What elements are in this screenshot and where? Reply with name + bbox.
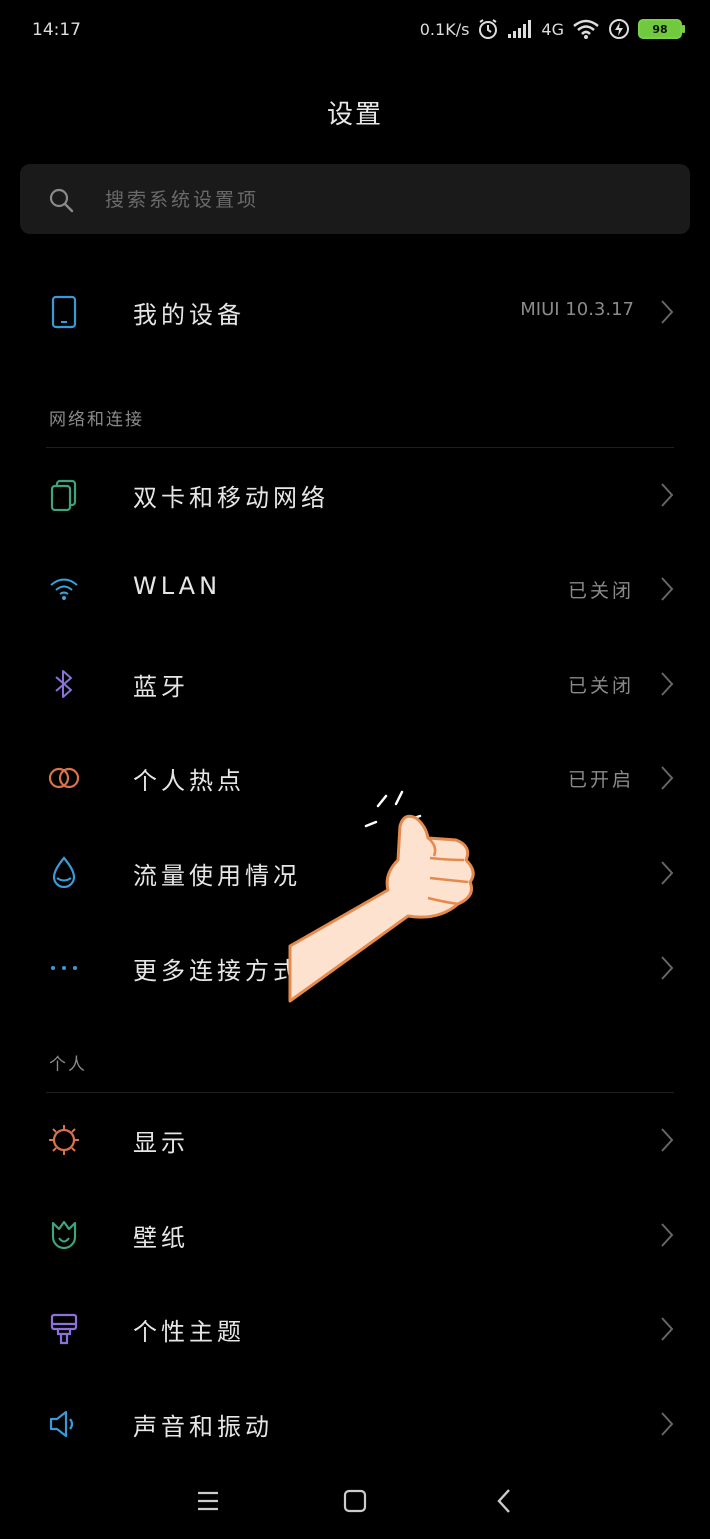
chevron-right-icon <box>660 1316 674 1346</box>
chevron-right-icon <box>660 1127 674 1157</box>
sound-label: 声音和振动 <box>133 1413 273 1441</box>
wifi-icon <box>46 571 82 607</box>
phone-icon <box>46 294 82 330</box>
alarm-icon <box>477 18 499 40</box>
chevron-right-icon <box>660 482 674 512</box>
status-time: 14:17 <box>32 20 81 40</box>
data-usage-icon <box>46 855 82 891</box>
bluetooth-icon <box>46 666 82 702</box>
hotspot-label: 个人热点 <box>133 767 245 795</box>
display-icon <box>46 1122 82 1158</box>
signal-icon <box>507 20 533 38</box>
sidebar-item-display[interactable]: 显示 <box>0 1093 710 1187</box>
search-icon <box>48 187 74 217</box>
chevron-right-icon <box>660 576 674 606</box>
search-bar[interactable] <box>20 164 690 234</box>
page-title: 设置 <box>326 100 383 130</box>
display-label: 显示 <box>133 1129 189 1157</box>
home-icon[interactable] <box>335 1481 375 1521</box>
status-icons: 0.1K/s 4G 98 <box>419 18 685 40</box>
sidebar-item-themes[interactable]: 个性主题 <box>0 1282 710 1376</box>
section-header-network: 网络和连接 <box>49 410 144 430</box>
wifi-status-icon <box>572 19 600 39</box>
sound-icon <box>46 1406 82 1442</box>
wlan-status: 已关闭 <box>567 580 634 602</box>
theme-icon <box>46 1311 82 1347</box>
net-speed: 0.1K/s <box>419 19 470 39</box>
sim-card-icon <box>46 477 82 513</box>
status-bar: 14:17 0.1K/s 4G 98 <box>0 0 710 62</box>
chevron-right-icon <box>660 860 674 890</box>
sidebar-item-wallpaper[interactable]: 壁纸 <box>0 1188 710 1282</box>
navigation-bar <box>0 1455 710 1539</box>
section-header-personal: 个人 <box>49 1055 87 1075</box>
wallpaper-label: 壁纸 <box>133 1224 189 1252</box>
data-usage-label: 流量使用情况 <box>133 862 301 890</box>
my-device-label: 我的设备 <box>133 301 245 329</box>
chevron-right-icon <box>660 1411 674 1441</box>
battery-indicator: 98 <box>638 19 685 39</box>
bluetooth-label: 蓝牙 <box>133 673 189 701</box>
sidebar-item-dual-sim[interactable]: 双卡和移动网络 <box>0 448 710 542</box>
hotspot-icon <box>46 760 82 796</box>
network-type: 4G <box>541 19 564 39</box>
thumbs-up-sticker <box>288 786 488 1010</box>
more-icon <box>46 950 82 986</box>
hotspot-status: 已开启 <box>567 769 634 791</box>
dual-sim-label: 双卡和移动网络 <box>133 484 329 512</box>
my-device-version: MIUI 10.3.17 <box>520 299 634 320</box>
chevron-right-icon <box>660 765 674 795</box>
more-connections-label: 更多连接方式 <box>133 957 301 985</box>
wallpaper-icon <box>46 1217 82 1253</box>
chevron-right-icon <box>660 299 674 329</box>
search-input[interactable] <box>103 184 647 216</box>
chevron-right-icon <box>660 955 674 985</box>
sidebar-item-bluetooth[interactable]: 蓝牙 已关闭 <box>0 637 710 731</box>
themes-label: 个性主题 <box>133 1318 245 1346</box>
chevron-right-icon <box>660 671 674 701</box>
wlan-label: WLAN <box>133 572 222 600</box>
sidebar-item-wlan[interactable]: WLAN 已关闭 <box>0 542 710 636</box>
bluetooth-status: 已关闭 <box>567 675 634 697</box>
chevron-right-icon <box>660 1222 674 1252</box>
my-device-row[interactable]: 我的设备 MIUI 10.3.17 <box>0 265 710 359</box>
menu-icon[interactable] <box>188 1481 228 1521</box>
charging-icon <box>608 18 630 40</box>
back-icon[interactable] <box>484 1481 524 1521</box>
